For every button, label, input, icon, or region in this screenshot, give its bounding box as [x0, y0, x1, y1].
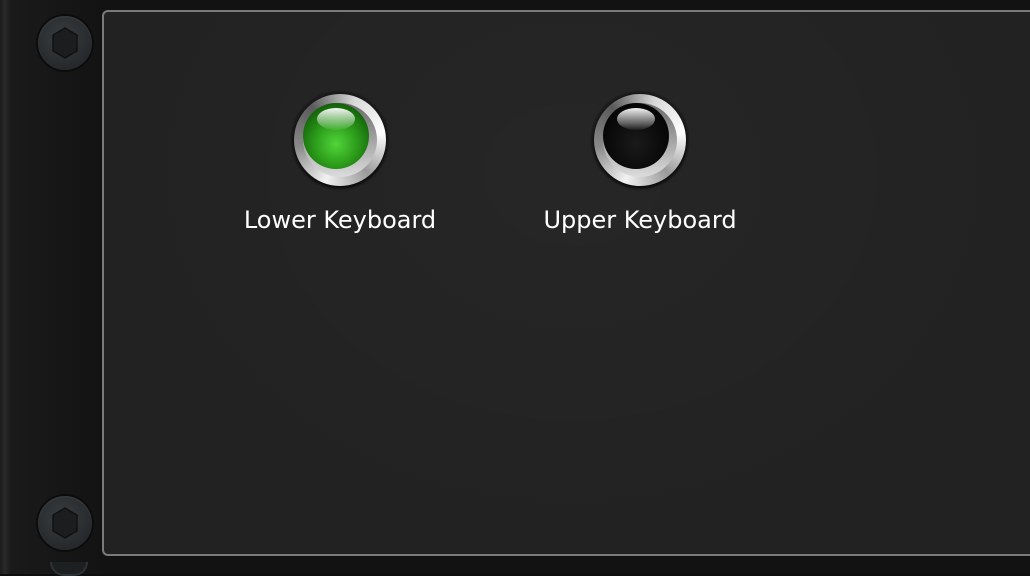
- lower-keyboard-led-button[interactable]: [290, 90, 390, 190]
- upper-keyboard-switch[interactable]: Upper Keyboard: [540, 90, 740, 234]
- lower-keyboard-switch[interactable]: Lower Keyboard: [240, 90, 440, 234]
- led-gloss: [317, 108, 355, 130]
- upper-keyboard-led-button[interactable]: [590, 90, 690, 190]
- rack-rail: [12, 0, 100, 576]
- upper-keyboard-label: Upper Keyboard: [543, 206, 737, 234]
- lower-keyboard-label: Lower Keyboard: [243, 206, 437, 234]
- led-gloss: [617, 108, 655, 130]
- rack-screw-top-icon: [38, 16, 92, 70]
- rack-screw-bottom-icon: [38, 496, 92, 550]
- rack-frame: Lower Keyboard Upper Keyboard: [0, 0, 1030, 576]
